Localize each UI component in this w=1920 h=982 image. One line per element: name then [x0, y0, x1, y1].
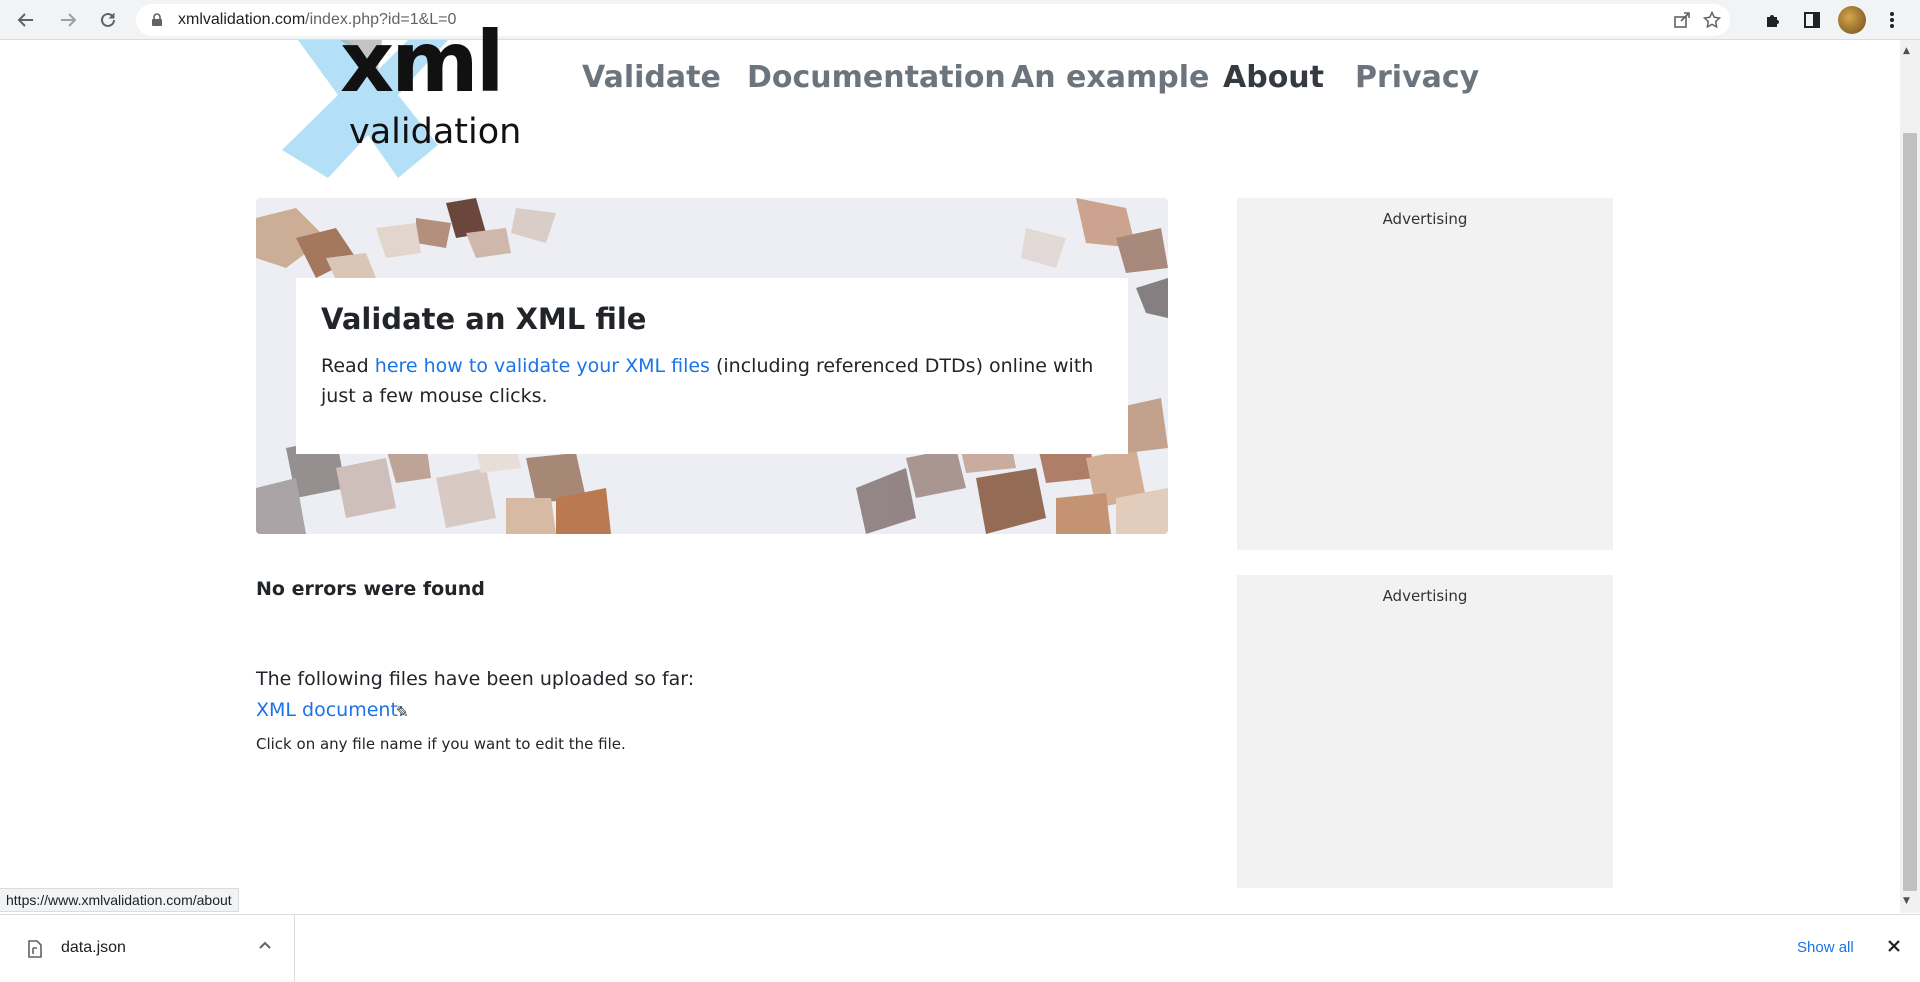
nav-an-example[interactable]: An example: [1011, 60, 1209, 95]
advertising-label: Advertising: [1382, 210, 1468, 228]
bookmark-star-icon[interactable]: [1702, 10, 1722, 30]
advertising-box[interactable]: Advertising: [1237, 575, 1613, 888]
download-file-name: data.json: [61, 939, 126, 956]
logo-text-xml: xml: [340, 13, 505, 111]
edit-pencil-icon[interactable]: ✎: [396, 703, 409, 721]
edit-hint: Click on any file name if you want to ed…: [256, 735, 626, 753]
link-status-url: https://www.xmlvalidation.com/about: [0, 888, 239, 912]
more-menu-icon[interactable]: [1880, 8, 1904, 32]
nav-documentation[interactable]: Documentation: [747, 60, 1006, 95]
file-icon: [28, 940, 42, 958]
advertising-box[interactable]: Advertising: [1237, 198, 1613, 550]
xml-document-link[interactable]: XML document:: [256, 699, 404, 721]
advertising-label: Advertising: [1382, 587, 1468, 605]
share-icon[interactable]: [1672, 10, 1692, 30]
uploaded-files-intro: The following files have been uploaded s…: [256, 668, 695, 690]
download-shelf: data.json Show all: [0, 914, 1920, 982]
show-all-downloads-link[interactable]: Show all: [1797, 939, 1854, 956]
nav-privacy[interactable]: Privacy: [1355, 60, 1479, 95]
download-item[interactable]: data.json: [0, 915, 295, 982]
scroll-up-arrow-icon[interactable]: ▲: [1903, 46, 1910, 56]
back-arrow-icon[interactable]: [12, 6, 40, 34]
extensions-puzzle-icon[interactable]: [1761, 8, 1785, 32]
scroll-down-arrow-icon[interactable]: ▼: [1903, 896, 1910, 906]
logo-text-validation: validation: [349, 112, 522, 152]
browser-toolbar: xmlvalidation.com/index.php?id=1&L=0: [0, 0, 1920, 40]
url-host: xmlvalidation.com: [178, 11, 306, 28]
lock-icon[interactable]: [150, 13, 164, 27]
nav-about[interactable]: About: [1223, 60, 1324, 95]
validate-howto-link[interactable]: here how to validate your XML files: [375, 355, 710, 377]
chevron-up-icon[interactable]: [258, 938, 272, 956]
nav-validate[interactable]: Validate: [582, 60, 721, 95]
validation-status: No errors were found: [256, 578, 485, 600]
reload-icon[interactable]: [94, 6, 122, 34]
scrollbar-thumb[interactable]: [1903, 133, 1917, 891]
forward-arrow-icon[interactable]: [54, 6, 82, 34]
profile-avatar[interactable]: [1838, 6, 1866, 34]
close-icon[interactable]: [1886, 935, 1902, 959]
hero-description: Read here how to validate your XML files…: [321, 351, 1111, 411]
side-panel-icon[interactable]: [1800, 8, 1824, 32]
hero-text-before: Read: [321, 355, 375, 377]
hero-title: Validate an XML file: [321, 302, 647, 336]
